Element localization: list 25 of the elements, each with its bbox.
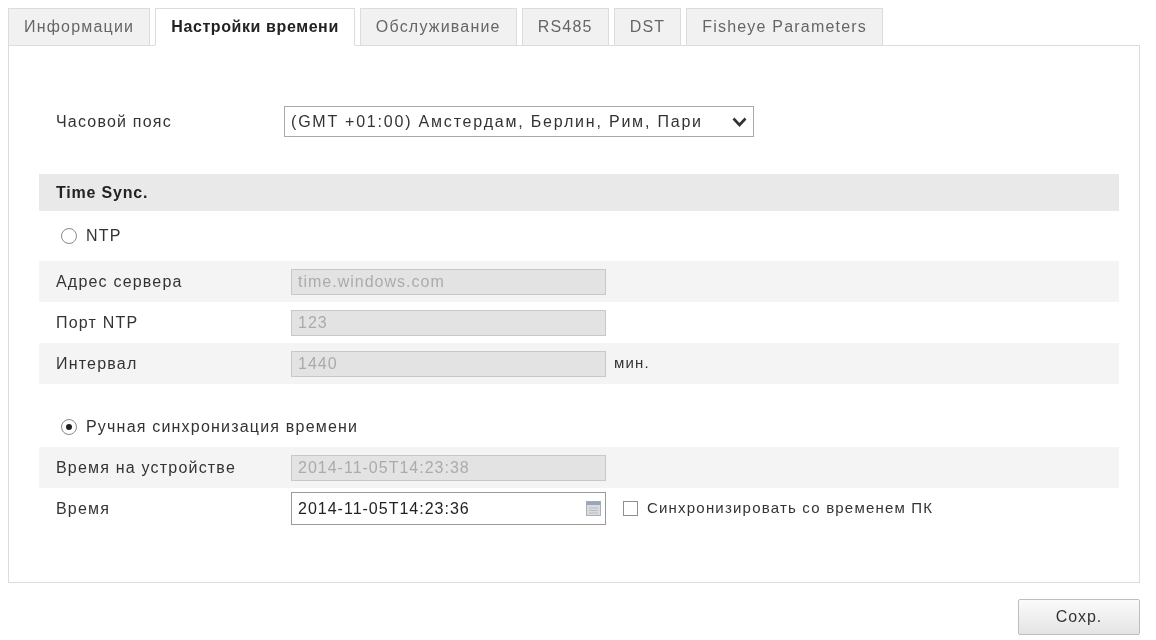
- tab[interactable]: Fisheye Parameters: [686, 8, 883, 46]
- save-button[interactable]: Сохр.: [1018, 599, 1140, 635]
- checkbox[interactable]: [623, 501, 638, 516]
- checkbox-label: Синхронизировать со временем ПК: [647, 498, 934, 519]
- unit-label: мин.: [614, 353, 650, 374]
- timezone-select[interactable]: (GMT +01:00) Амстердам, Берлин, Рим, Пари: [284, 106, 754, 137]
- field-label: Время на устройстве: [56, 457, 237, 478]
- radio-button[interactable]: [61, 419, 77, 435]
- radio-button[interactable]: [61, 228, 77, 244]
- tab[interactable]: DST: [613, 8, 682, 46]
- field-label: Порт NTP: [56, 312, 140, 333]
- tab[interactable]: Обслуживание: [359, 8, 517, 46]
- calendar-icon: [586, 501, 601, 516]
- field-label: Часовой пояс: [56, 111, 173, 132]
- tab[interactable]: RS485: [521, 8, 609, 46]
- tab[interactable]: Настройки времени: [155, 8, 355, 46]
- field-label: Интервал: [56, 353, 139, 374]
- datetime-field[interactable]: 2014-11-05T14:23:36: [291, 492, 606, 525]
- tab[interactable]: Информации: [8, 8, 151, 46]
- field-label: Адрес сервера: [56, 271, 184, 292]
- radio-label: NTP: [86, 226, 122, 246]
- field-label: Время: [56, 498, 112, 519]
- section-title: Time Sync.: [56, 182, 149, 203]
- chevron-down-icon: [732, 116, 747, 127]
- radio-label: Ручная синхронизация времени: [86, 417, 359, 437]
